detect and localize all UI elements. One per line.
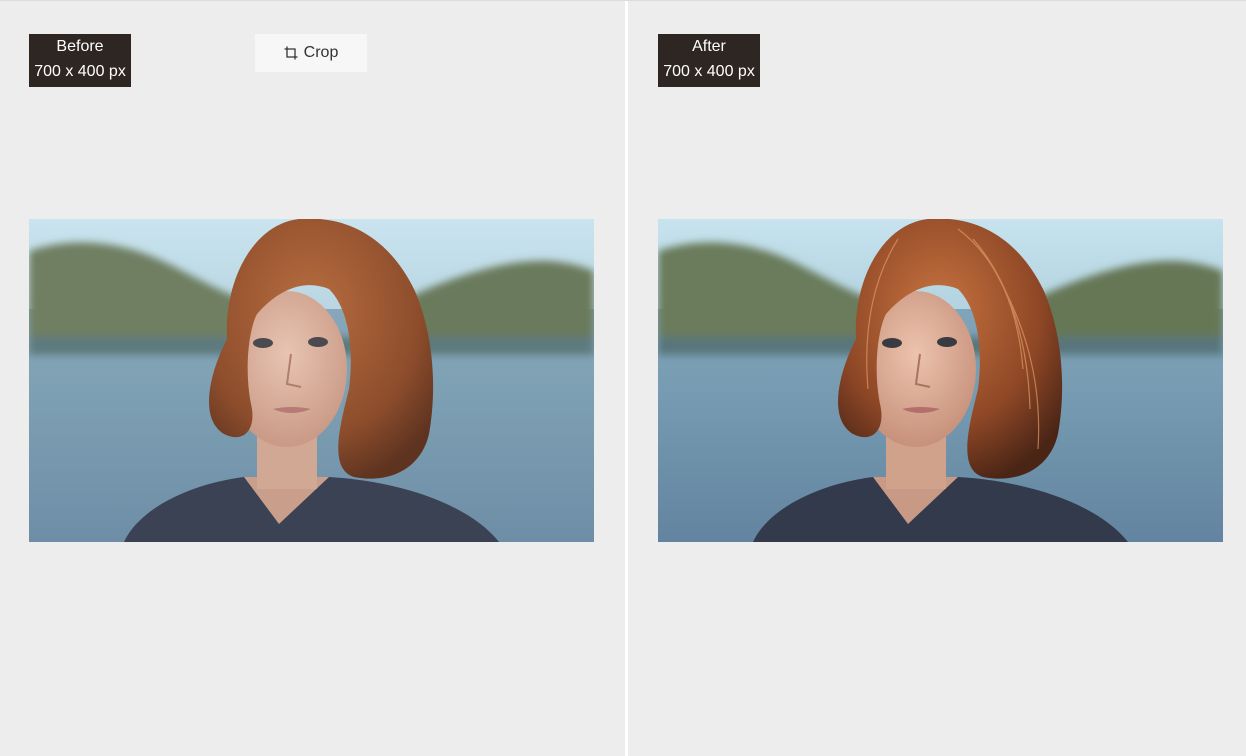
before-title: Before bbox=[56, 38, 104, 55]
compare-view: Before 700 x 400 px Crop After 700 x 400… bbox=[0, 0, 1246, 756]
after-badge: After 700 x 400 px bbox=[658, 34, 760, 87]
crop-button[interactable]: Crop bbox=[255, 34, 367, 72]
before-image bbox=[29, 219, 594, 542]
after-pane: After 700 x 400 px bbox=[628, 1, 1246, 756]
after-title: After bbox=[692, 38, 726, 55]
crop-label: Crop bbox=[303, 44, 339, 61]
after-image bbox=[658, 219, 1223, 542]
after-size: 700 x 400 px bbox=[663, 63, 755, 80]
before-pane: Before 700 x 400 px Crop bbox=[0, 1, 625, 756]
before-size: 700 x 400 px bbox=[34, 63, 126, 80]
before-badge: Before 700 x 400 px bbox=[29, 34, 131, 87]
crop-icon bbox=[284, 46, 298, 60]
